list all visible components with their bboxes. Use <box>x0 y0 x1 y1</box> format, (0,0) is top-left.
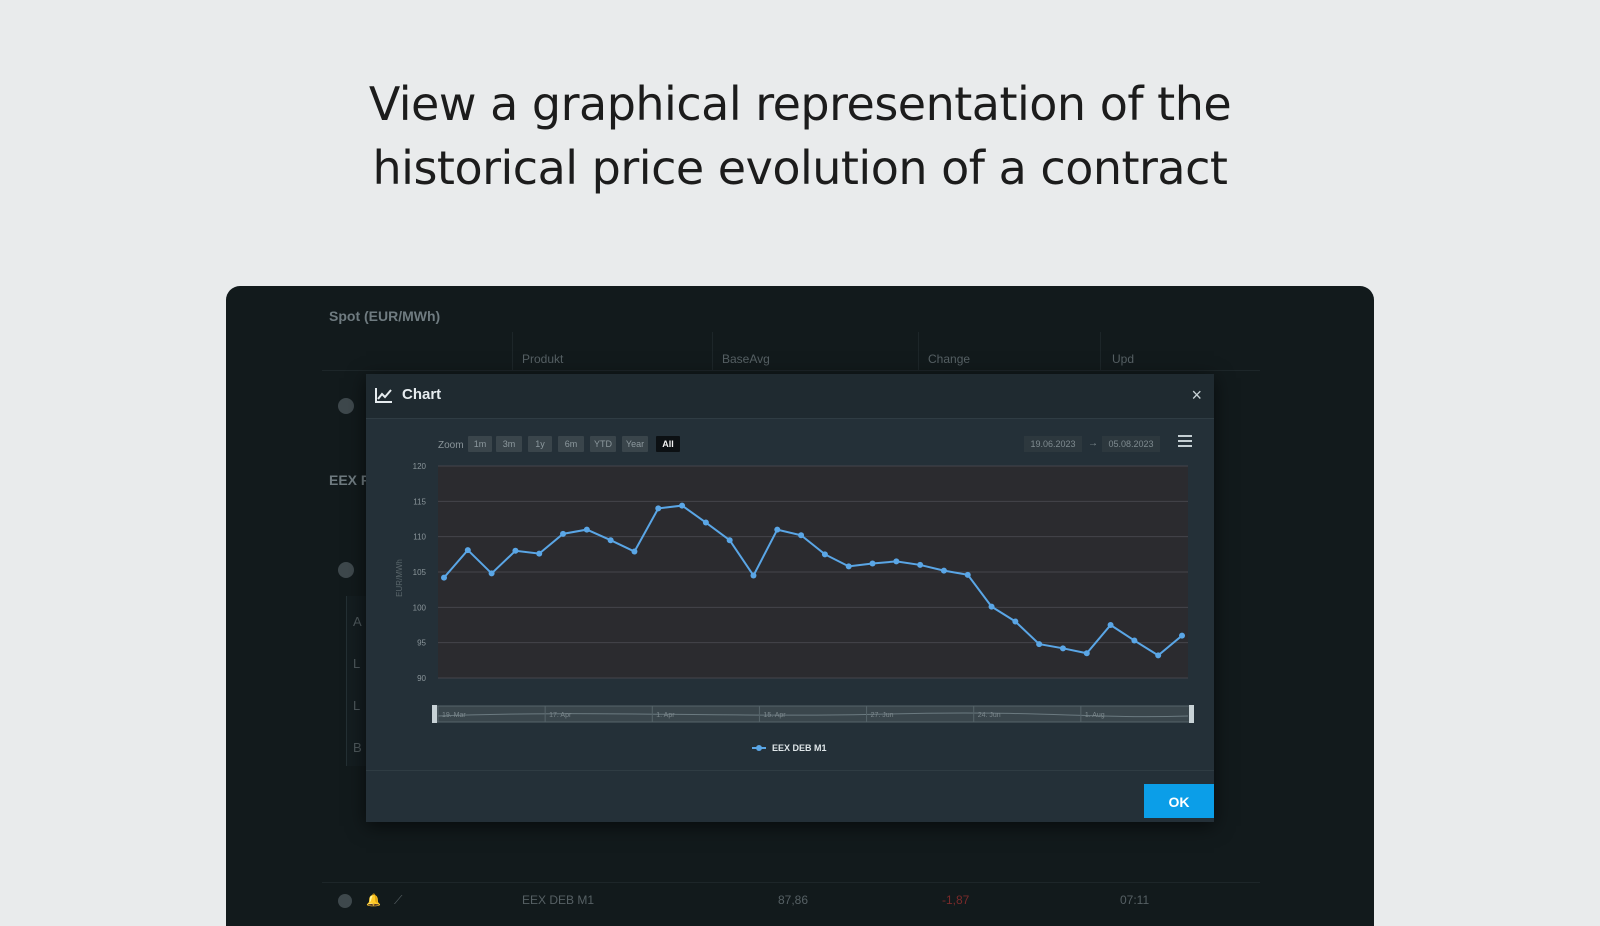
y-tick-label: 90 <box>417 674 426 683</box>
panel-letter: B <box>353 740 362 755</box>
column-divider <box>1100 332 1101 370</box>
data-point[interactable] <box>726 537 733 544</box>
navigator-label: 24. Jun <box>978 712 1001 719</box>
eex-section-title: EEX P <box>329 472 371 488</box>
column-divider <box>918 332 919 370</box>
headline-line-1: View a graphical representation of the <box>368 77 1232 131</box>
data-point[interactable] <box>988 603 995 610</box>
gear-icon[interactable] <box>338 894 352 908</box>
navigator-label: 1. Aug <box>1085 712 1105 719</box>
data-point[interactable] <box>1179 632 1185 639</box>
y-axis-label: EUR/MWh <box>395 559 404 597</box>
spot-table-header: Produkt BaseAvg Change Upd <box>322 332 1260 371</box>
data-point[interactable] <box>798 532 805 539</box>
price-line-chart: 90 95 100 105 110 115 120 EUR/MWh 19. Mar 17. A… <box>395 462 1194 753</box>
column-header-change[interactable]: Change <box>928 352 970 366</box>
data-point[interactable] <box>583 526 590 533</box>
y-tick-label: 120 <box>413 462 427 471</box>
dialog-header: Chart × <box>366 374 1214 419</box>
data-point[interactable] <box>631 548 638 555</box>
panel-letter: L <box>353 656 361 671</box>
data-point[interactable] <box>774 526 781 533</box>
panel-letter: L <box>353 698 361 713</box>
row-base-avg: 87,86 <box>778 893 809 907</box>
panel-letter: A <box>353 614 362 629</box>
navigator-label: 15. Apr <box>763 712 786 719</box>
data-point[interactable] <box>607 537 614 544</box>
footer-divider <box>366 770 1214 771</box>
column-header-baseavg[interactable]: BaseAvg <box>722 352 770 366</box>
row-product: EEX DEB M1 <box>522 893 595 907</box>
data-point[interactable] <box>845 563 852 570</box>
data-point[interactable] <box>464 547 471 554</box>
dialog-title: Chart <box>402 386 442 403</box>
settings-gear-icon[interactable] <box>338 398 354 414</box>
data-point[interactable] <box>702 519 709 526</box>
chart-container: Zoom 1m 3m 1y 6m YTD Year All 19.06.2023… <box>366 418 1214 768</box>
navigator-label: 1. Apr <box>656 712 675 719</box>
data-point[interactable] <box>441 574 447 581</box>
data-point[interactable] <box>560 530 567 537</box>
headline-line-2: historical price evolution of a contract <box>372 141 1228 195</box>
row-change: -1,87 <box>942 893 970 907</box>
chart-dialog: Chart × Zoom 1m 3m 1y 6m YTD Year All 19… <box>366 374 1214 822</box>
legend-marker <box>756 745 762 751</box>
spot-section-title: Spot (EUR/MWh) <box>329 308 441 324</box>
data-point[interactable] <box>488 570 495 577</box>
data-point[interactable] <box>512 547 519 554</box>
y-tick-label: 95 <box>417 639 426 648</box>
data-point[interactable] <box>1131 637 1138 644</box>
data-point[interactable] <box>893 558 900 565</box>
row-upd: 07:11 <box>1120 893 1150 907</box>
column-header-produkt[interactable]: Produkt <box>522 352 563 366</box>
settings-gear-icon[interactable] <box>338 562 354 578</box>
navigator-handle-left[interactable] <box>432 705 437 723</box>
ok-button[interactable]: OK <box>1144 784 1214 818</box>
line-chart-icon <box>375 388 392 403</box>
data-point[interactable] <box>679 502 686 509</box>
data-point[interactable] <box>750 572 757 579</box>
legend-label[interactable]: EEX DEB M1 <box>772 743 827 753</box>
headline: View a graphical representation of the h… <box>0 72 1600 200</box>
app-window: Spot (EUR/MWh) Produkt BaseAvg Change Up… <box>226 286 1374 926</box>
chart-icon[interactable]: ⟋ <box>394 893 408 907</box>
data-point[interactable] <box>1155 652 1162 659</box>
column-divider <box>512 332 513 370</box>
data-point[interactable] <box>1012 618 1019 625</box>
y-tick-label: 115 <box>413 497 426 506</box>
data-point[interactable] <box>869 560 876 567</box>
close-icon[interactable]: × <box>1191 385 1202 406</box>
data-point[interactable] <box>1059 645 1066 652</box>
column-divider <box>712 332 713 370</box>
table-row[interactable]: 🔔 ⟋ EEX DEB M1 87,86 -1,87 07:11 <box>322 882 1260 923</box>
navigator-label: 19. Mar <box>442 712 466 719</box>
data-point[interactable] <box>1107 622 1114 628</box>
data-point[interactable] <box>964 571 971 578</box>
data-point[interactable] <box>940 567 947 574</box>
navigator-handle-right[interactable] <box>1189 705 1194 723</box>
data-point[interactable] <box>1036 641 1043 648</box>
chart-legend[interactable]: EEX DEB M1 <box>752 743 827 753</box>
navigator-label: 17. Apr <box>549 712 572 719</box>
navigator-label: 27. Jun <box>871 712 894 719</box>
y-tick-label: 100 <box>413 603 427 612</box>
data-point[interactable] <box>821 551 828 558</box>
data-point[interactable] <box>536 550 543 557</box>
data-point[interactable] <box>1083 650 1090 657</box>
column-header-upd[interactable]: Upd <box>1112 352 1134 366</box>
y-tick-label: 110 <box>413 533 426 542</box>
y-tick-label: 105 <box>413 568 427 577</box>
range-navigator[interactable]: 19. Mar 17. Apr 1. Apr 15. Apr 27. Jun 24. Ju… <box>432 705 1194 723</box>
bell-icon[interactable]: 🔔 <box>366 893 381 907</box>
data-point[interactable] <box>655 505 662 512</box>
data-point[interactable] <box>917 561 924 568</box>
